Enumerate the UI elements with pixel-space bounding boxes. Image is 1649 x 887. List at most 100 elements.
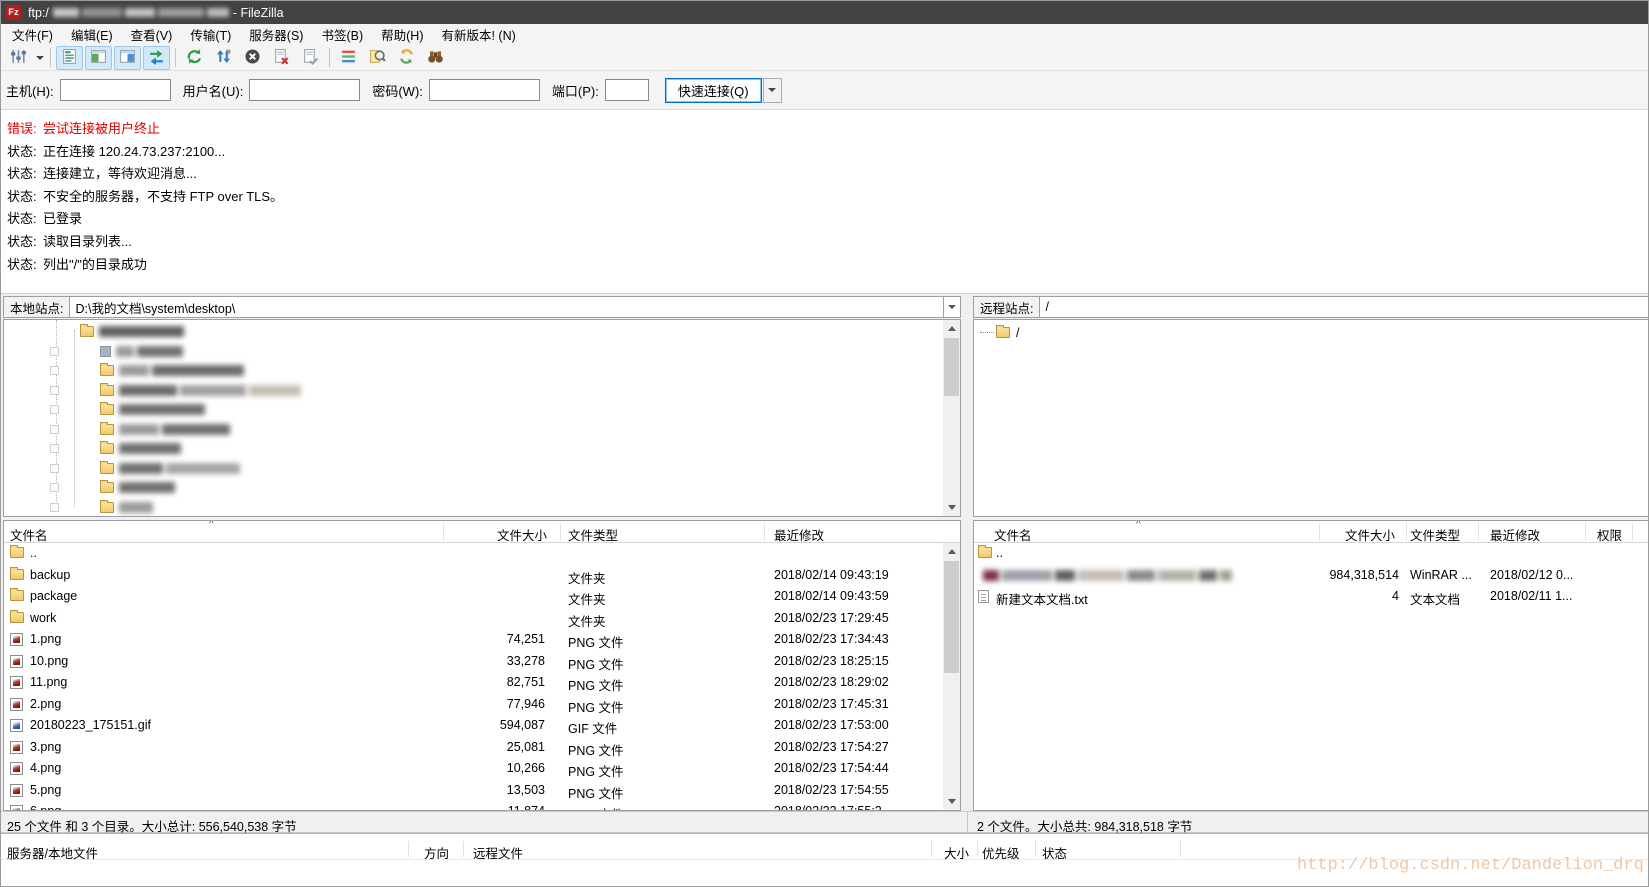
column-divider[interactable]	[764, 523, 765, 540]
column-divider[interactable]	[1632, 523, 1633, 540]
local-tree-item[interactable]	[4, 459, 424, 479]
scrollbar-thumb[interactable]	[944, 338, 959, 396]
column-header-3[interactable]: 文件类型	[1410, 525, 1460, 544]
menu-item-4[interactable]: 传输(T)	[181, 23, 240, 46]
column-divider[interactable]	[1319, 523, 1320, 540]
refresh-button[interactable]	[181, 46, 208, 70]
local-tree-item[interactable]	[4, 400, 424, 420]
column-header-2[interactable]: 文件大小	[1319, 525, 1395, 544]
column-header-1[interactable]: 文件名	[994, 525, 1032, 544]
file-row[interactable]: 3.png25,081PNG 文件2018/02/23 17:54:27	[4, 737, 960, 759]
local-tree-item[interactable]	[4, 322, 424, 342]
local-tree-scrollbar[interactable]	[943, 320, 960, 516]
column-divider[interactable]	[931, 841, 932, 857]
local-directory-tree[interactable]	[3, 319, 961, 517]
menu-item-2[interactable]: 编辑(E)	[62, 23, 122, 46]
column-divider[interactable]	[1406, 523, 1407, 540]
directory-filters-button[interactable]	[335, 46, 362, 70]
column-header-3[interactable]: 文件类型	[568, 525, 618, 544]
local-tree-item[interactable]	[4, 439, 424, 459]
local-tree-item[interactable]	[4, 498, 424, 518]
local-site-combo[interactable]: D:\我的文档\system\desktop\	[70, 296, 944, 318]
file-row[interactable]: ..	[974, 543, 1649, 565]
file-row[interactable]: 20180223_175151.gif594,087GIF 文件2018/02/…	[4, 715, 960, 737]
find-files-button[interactable]	[422, 46, 449, 70]
file-row[interactable]: 6.png11,874PNG 文件2018/02/23 17:55:2	[4, 801, 960, 810]
column-divider[interactable]	[443, 523, 444, 540]
tree-expand-box[interactable]	[50, 503, 59, 512]
local-file-list[interactable]: ^ 文件名文件大小文件类型最近修改 ..backup文件夹2018/02/14 …	[3, 520, 961, 811]
file-row[interactable]: 4.png10,266PNG 文件2018/02/23 17:54:44	[4, 758, 960, 780]
queue-column-header-3[interactable]: 远程文件	[473, 843, 523, 862]
local-tree-item[interactable]	[4, 361, 424, 381]
port-input[interactable]	[605, 79, 649, 101]
synchronized-browsing-button[interactable]	[393, 46, 420, 70]
tree-expand-box[interactable]	[50, 464, 59, 473]
tree-expand-box[interactable]	[50, 347, 59, 356]
column-divider[interactable]	[1478, 523, 1479, 540]
tree-expand-box[interactable]	[50, 386, 59, 395]
site-manager-dropdown[interactable]	[33, 46, 46, 70]
file-row[interactable]: 新建文本文档.txt4文本文档2018/02/11 1...	[974, 586, 1649, 608]
process-queue-button[interactable]	[210, 46, 237, 70]
site-manager-button[interactable]	[5, 46, 32, 70]
column-header-5[interactable]: 权限	[1597, 525, 1622, 544]
remote-tree-view-button[interactable]	[114, 46, 141, 70]
remote-tree-root-item[interactable]: /	[974, 323, 1174, 343]
column-header-4[interactable]: 最近修改	[774, 525, 824, 544]
menu-item-5[interactable]: 服务器(S)	[240, 23, 312, 46]
scroll-down-button[interactable]	[943, 499, 960, 516]
local-tree-view-button[interactable]	[85, 46, 112, 70]
column-divider[interactable]	[463, 841, 464, 857]
column-divider[interactable]	[408, 841, 409, 857]
reconnect-button[interactable]	[297, 46, 324, 70]
column-divider[interactable]	[977, 841, 978, 857]
remote-file-list[interactable]: ^ 文件名文件大小文件类型最近修改权限 ..984,318,514WinRAR …	[973, 520, 1649, 811]
queue-column-header-1[interactable]: 服务器/本地文件	[7, 843, 98, 862]
queue-column-header-6[interactable]: 状态	[1042, 843, 1067, 862]
local-list-scrollbar[interactable]	[943, 543, 960, 810]
column-divider[interactable]	[560, 523, 561, 540]
message-log-view-button[interactable]	[56, 46, 83, 70]
scroll-up-button[interactable]	[943, 543, 960, 560]
tree-expand-box[interactable]	[50, 405, 59, 414]
column-header-1[interactable]: 文件名	[10, 525, 48, 544]
scrollbar-thumb[interactable]	[944, 561, 959, 673]
tree-expand-box[interactable]	[50, 483, 59, 492]
tree-expand-box[interactable]	[50, 366, 59, 375]
file-row[interactable]: ..	[4, 543, 960, 565]
transfer-queue-view-button[interactable]	[143, 46, 170, 70]
column-divider[interactable]	[1035, 841, 1036, 857]
menu-item-8[interactable]: 有新版本! (N)	[432, 23, 524, 46]
local-tree-item[interactable]	[4, 420, 424, 440]
menu-item-1[interactable]: 文件(F)	[3, 23, 62, 46]
disconnect-button[interactable]	[268, 46, 295, 70]
file-row[interactable]: 1.png74,251PNG 文件2018/02/23 17:34:43	[4, 629, 960, 651]
username-input[interactable]	[249, 79, 360, 101]
menu-item-6[interactable]: 书签(B)	[312, 23, 372, 46]
remote-directory-tree[interactable]: /	[973, 319, 1649, 517]
password-input[interactable]	[429, 79, 540, 101]
directory-comparison-button[interactable]	[364, 46, 391, 70]
menu-item-3[interactable]: 查看(V)	[122, 23, 182, 46]
local-tree-item[interactable]	[4, 381, 424, 401]
local-site-dropdown[interactable]	[944, 296, 961, 318]
local-tree-item[interactable]	[4, 342, 424, 362]
quickconnect-button[interactable]: 快速连接(Q)	[665, 78, 762, 103]
file-row[interactable]: 2.png77,946PNG 文件2018/02/23 17:45:31	[4, 694, 960, 716]
file-row[interactable]: 10.png33,278PNG 文件2018/02/23 18:25:15	[4, 651, 960, 673]
menu-item-7[interactable]: 帮助(H)	[372, 23, 432, 46]
queue-column-header-4[interactable]: 大小	[901, 843, 969, 862]
file-row[interactable]: 11.png82,751PNG 文件2018/02/23 18:29:02	[4, 672, 960, 694]
quickconnect-dropdown-button[interactable]	[763, 78, 782, 103]
tree-expand-box[interactable]	[50, 444, 59, 453]
file-row[interactable]: package文件夹2018/02/14 09:43:59	[4, 586, 960, 608]
tree-expand-box[interactable]	[50, 425, 59, 434]
column-divider[interactable]	[1180, 841, 1181, 857]
scroll-down-button[interactable]	[943, 793, 960, 810]
host-input[interactable]	[60, 79, 171, 101]
remote-site-combo[interactable]: /	[1040, 296, 1649, 318]
cancel-operation-button[interactable]	[239, 46, 266, 70]
column-header-4[interactable]: 最近修改	[1490, 525, 1540, 544]
file-row[interactable]: backup文件夹2018/02/14 09:43:19	[4, 565, 960, 587]
